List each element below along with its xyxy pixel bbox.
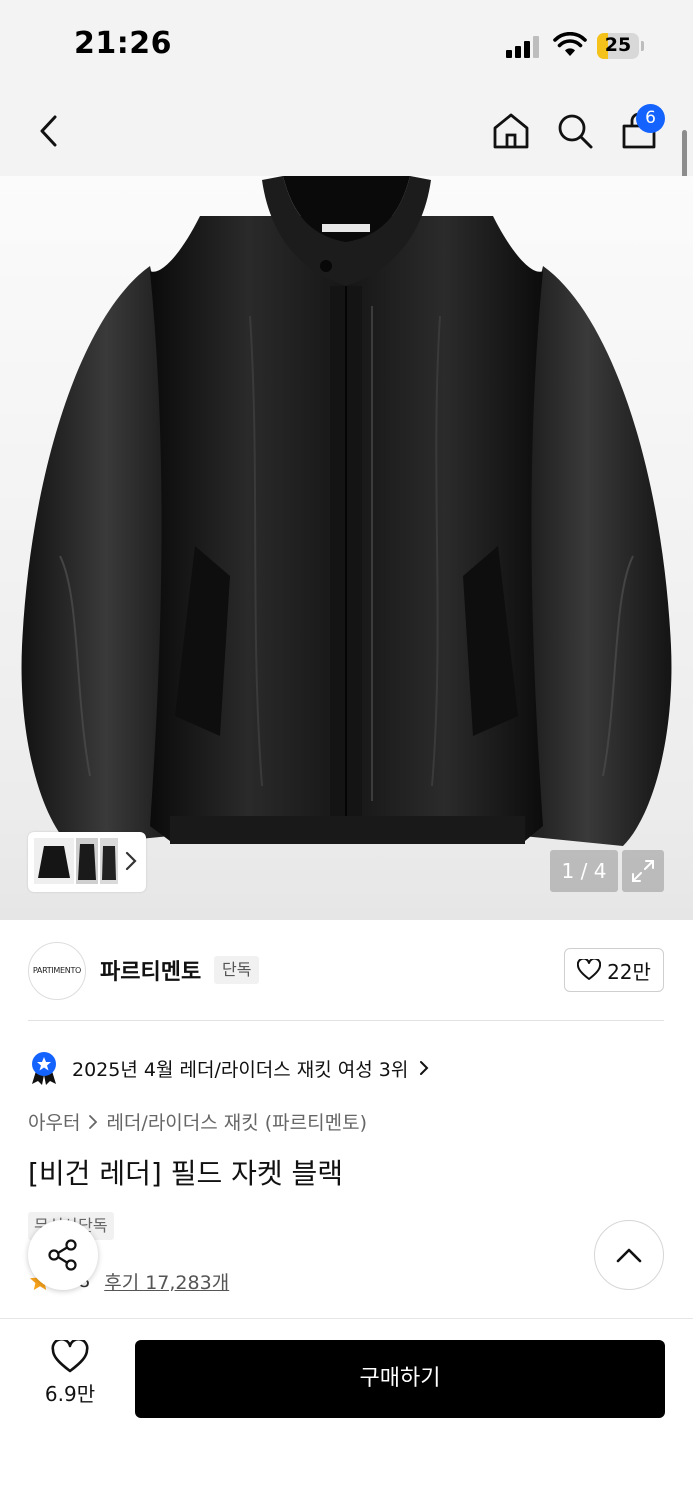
scroll-to-top-button[interactable]: [594, 1220, 664, 1290]
leather-jacket-image: [21, 176, 672, 846]
top-nav-bar: [0, 92, 693, 176]
search-button[interactable]: [552, 108, 598, 154]
breadcrumb-category[interactable]: 아우터: [28, 1108, 80, 1135]
share-icon: [48, 1239, 77, 1271]
wishlist-button[interactable]: 6.9만: [30, 1340, 110, 1420]
expand-button[interactable]: [622, 850, 664, 892]
image-counter: 1 / 4: [550, 850, 618, 892]
home-button[interactable]: [488, 108, 534, 154]
chevron-right-icon: [125, 851, 137, 871]
thumbnail-3[interactable]: [100, 838, 118, 884]
thumbnail-2[interactable]: [76, 838, 98, 884]
cart-count-badge: 6: [636, 104, 665, 133]
back-button[interactable]: [26, 108, 72, 154]
chevron-up-icon: [616, 1248, 642, 1263]
brand-exclusive-tag: 단독: [214, 956, 260, 984]
ranking-text: 2025년 4월 레더/라이더스 재킷 여성 3위: [72, 1058, 409, 1081]
chevron-right-icon: [89, 1114, 98, 1129]
divider: [28, 1020, 664, 1021]
status-time: 21:26: [74, 26, 172, 61]
expand-icon: [632, 860, 654, 882]
home-icon: [493, 113, 529, 149]
wishlist-count: 6.9만: [44, 1382, 96, 1406]
chevron-left-icon: [40, 115, 57, 147]
brand-like-button[interactable]: 22만: [564, 948, 664, 992]
search-icon: [558, 114, 593, 149]
breadcrumb: 아우터 레더/라이더스 재킷 (파르티멘토): [28, 1108, 367, 1135]
wifi-icon: [553, 32, 587, 56]
share-button[interactable]: [28, 1220, 98, 1290]
product-title: [비건 레더] 필드 자켓 블랙: [28, 1157, 344, 1190]
ranking-badge-icon: [32, 1052, 56, 1085]
brand-logo[interactable]: PARTIMENTO: [28, 942, 86, 1000]
signal-icon: [506, 34, 542, 58]
battery-icon: 25: [597, 33, 644, 59]
battery-level: 25: [604, 34, 632, 56]
thumbnail-next-button[interactable]: [124, 850, 138, 876]
brand-name[interactable]: 파르티멘토: [100, 954, 201, 986]
buy-button[interactable]: 구매하기: [135, 1340, 665, 1418]
breadcrumb-subcategory[interactable]: 레더/라이더스 재킷 (파르티멘토): [106, 1108, 367, 1135]
heart-icon: [51, 1340, 89, 1373]
heart-icon: [577, 959, 602, 980]
status-bar: 21:26 25: [0, 0, 693, 92]
review-count-link[interactable]: 후기 17,283개: [104, 1268, 229, 1295]
chevron-right-icon: [420, 1061, 429, 1075]
brand-like-count: 22만: [607, 959, 651, 984]
ranking-banner[interactable]: 2025년 4월 레더/라이더스 재킷 여성 3위: [28, 1050, 430, 1086]
product-image[interactable]: [0, 176, 693, 920]
thumbnail-1[interactable]: [34, 838, 74, 884]
